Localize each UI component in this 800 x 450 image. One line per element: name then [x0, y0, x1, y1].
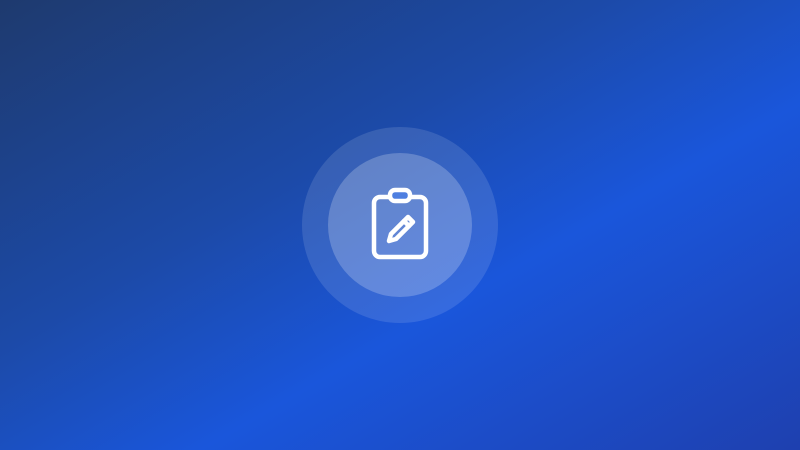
clipboard-edit-icon — [371, 187, 429, 260]
splash-screen — [0, 0, 800, 450]
